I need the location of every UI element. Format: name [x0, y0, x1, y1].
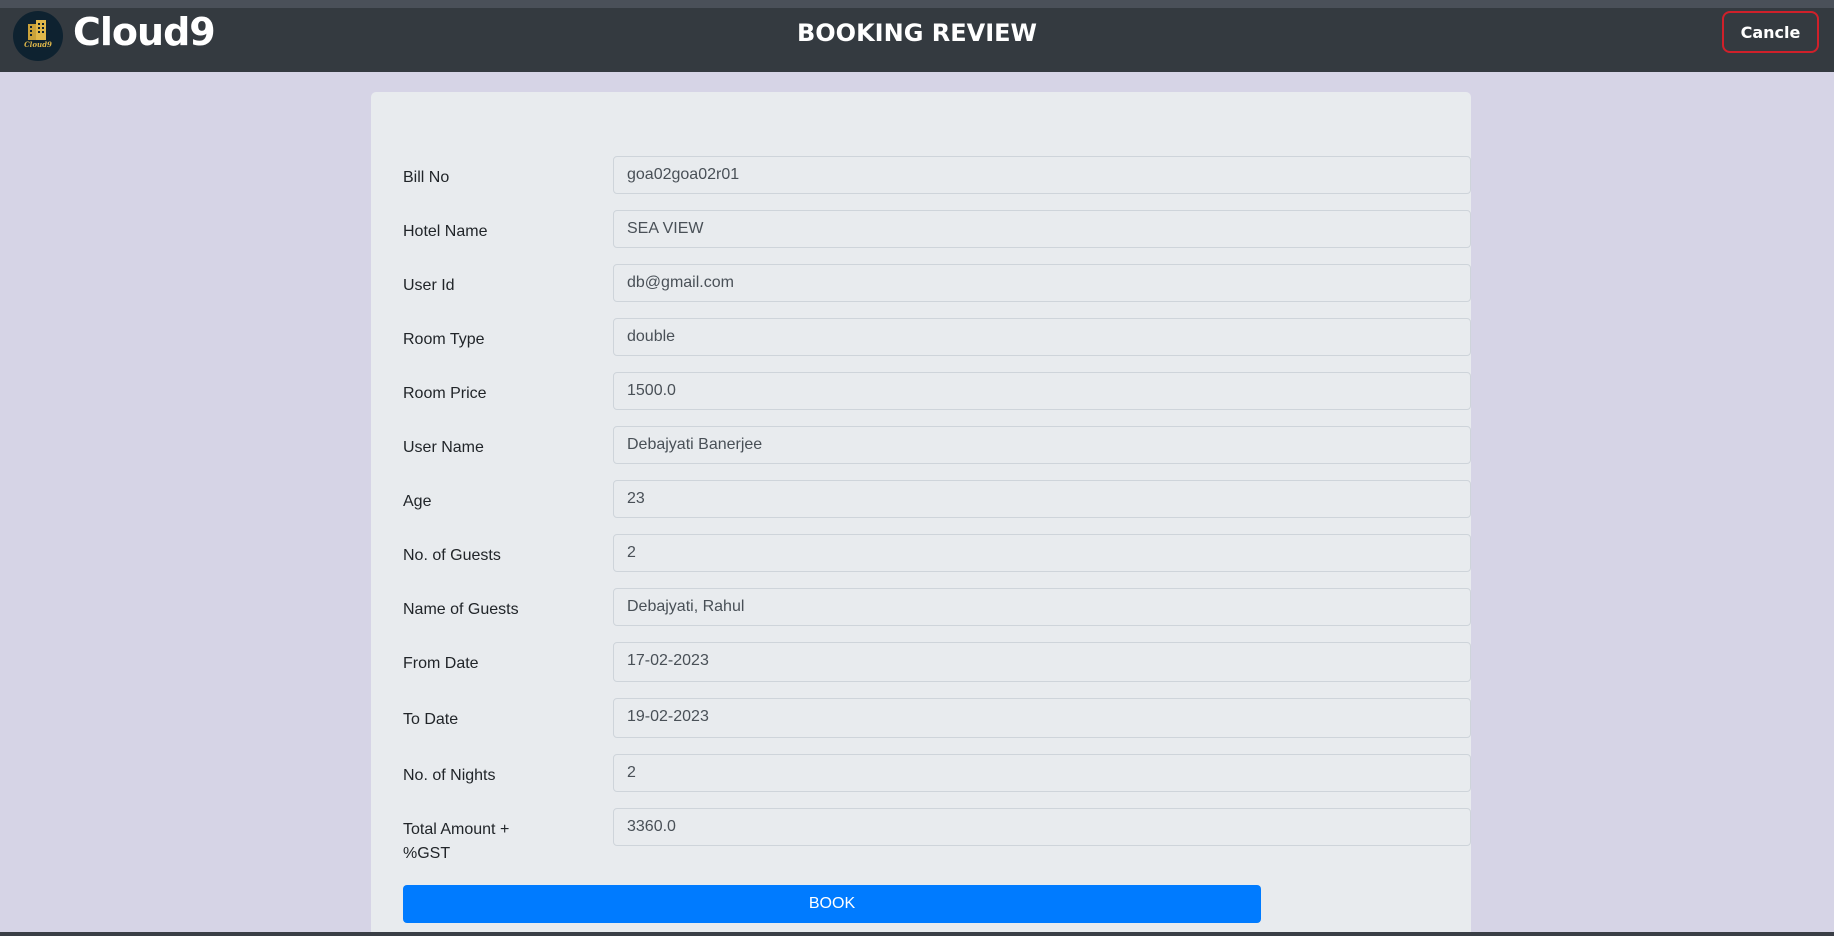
total-amount-field[interactable]: 3360.0 [613, 808, 1471, 846]
book-button[interactable]: BOOK [403, 885, 1261, 923]
total-amount-label: Total Amount + %GST [403, 821, 510, 862]
no-of-guests-label: No. of Guests [403, 547, 501, 564]
age-field[interactable]: 23 [613, 480, 1471, 518]
from-date-field[interactable]: 17-02-2023 [613, 642, 1471, 682]
bill-no-field[interactable]: goa02goa02r01 [613, 156, 1471, 194]
age-label: Age [403, 493, 432, 510]
room-price-field[interactable]: 1500.0 [613, 372, 1471, 410]
user-name-field[interactable]: Debajyati Banerjee [613, 426, 1471, 464]
to-date-field[interactable]: 19-02-2023 [613, 698, 1471, 738]
from-date-label: From Date [403, 655, 479, 672]
booking-review-card: Bill No goa02goa02r01 Hotel Name SEA VIE… [371, 92, 1471, 936]
bill-no-label: Bill No [403, 169, 450, 186]
no-of-nights-field[interactable]: 2 [613, 754, 1471, 792]
user-id-label: User Id [403, 277, 455, 294]
room-type-label: Room Type [403, 331, 485, 348]
brand-logo[interactable]: Cloud9 [13, 11, 63, 61]
to-date-label: To Date [403, 711, 459, 728]
room-price-label: Room Price [403, 385, 487, 402]
window-bottom-edge [0, 932, 1834, 936]
name-of-guests-field[interactable]: Debajyati, Rahul [613, 588, 1471, 626]
hotel-name-label: Hotel Name [403, 223, 488, 240]
logo-text: Cloud9 [24, 40, 52, 49]
hotel-building-icon: Cloud9 [24, 20, 52, 49]
cancel-button[interactable]: Cancle [1722, 11, 1819, 53]
user-name-label: User Name [403, 439, 484, 456]
hotel-name-field[interactable]: SEA VIEW [613, 210, 1471, 248]
page-title: BOOKING REVIEW [796, 19, 1037, 47]
brand-name[interactable]: Cloud9 [73, 12, 216, 52]
no-of-guests-field[interactable]: 2 [613, 534, 1471, 572]
name-of-guests-label: Name of Guests [403, 601, 519, 618]
navbar: Cloud9 Cloud9 BOOKING REVIEW Cancle [0, 8, 1834, 72]
room-type-field[interactable]: double [613, 318, 1471, 356]
no-of-nights-label: No. of Nights [403, 767, 496, 784]
user-id-field[interactable]: db@gmail.com [613, 264, 1471, 302]
window-top-edge [0, 0, 1834, 8]
